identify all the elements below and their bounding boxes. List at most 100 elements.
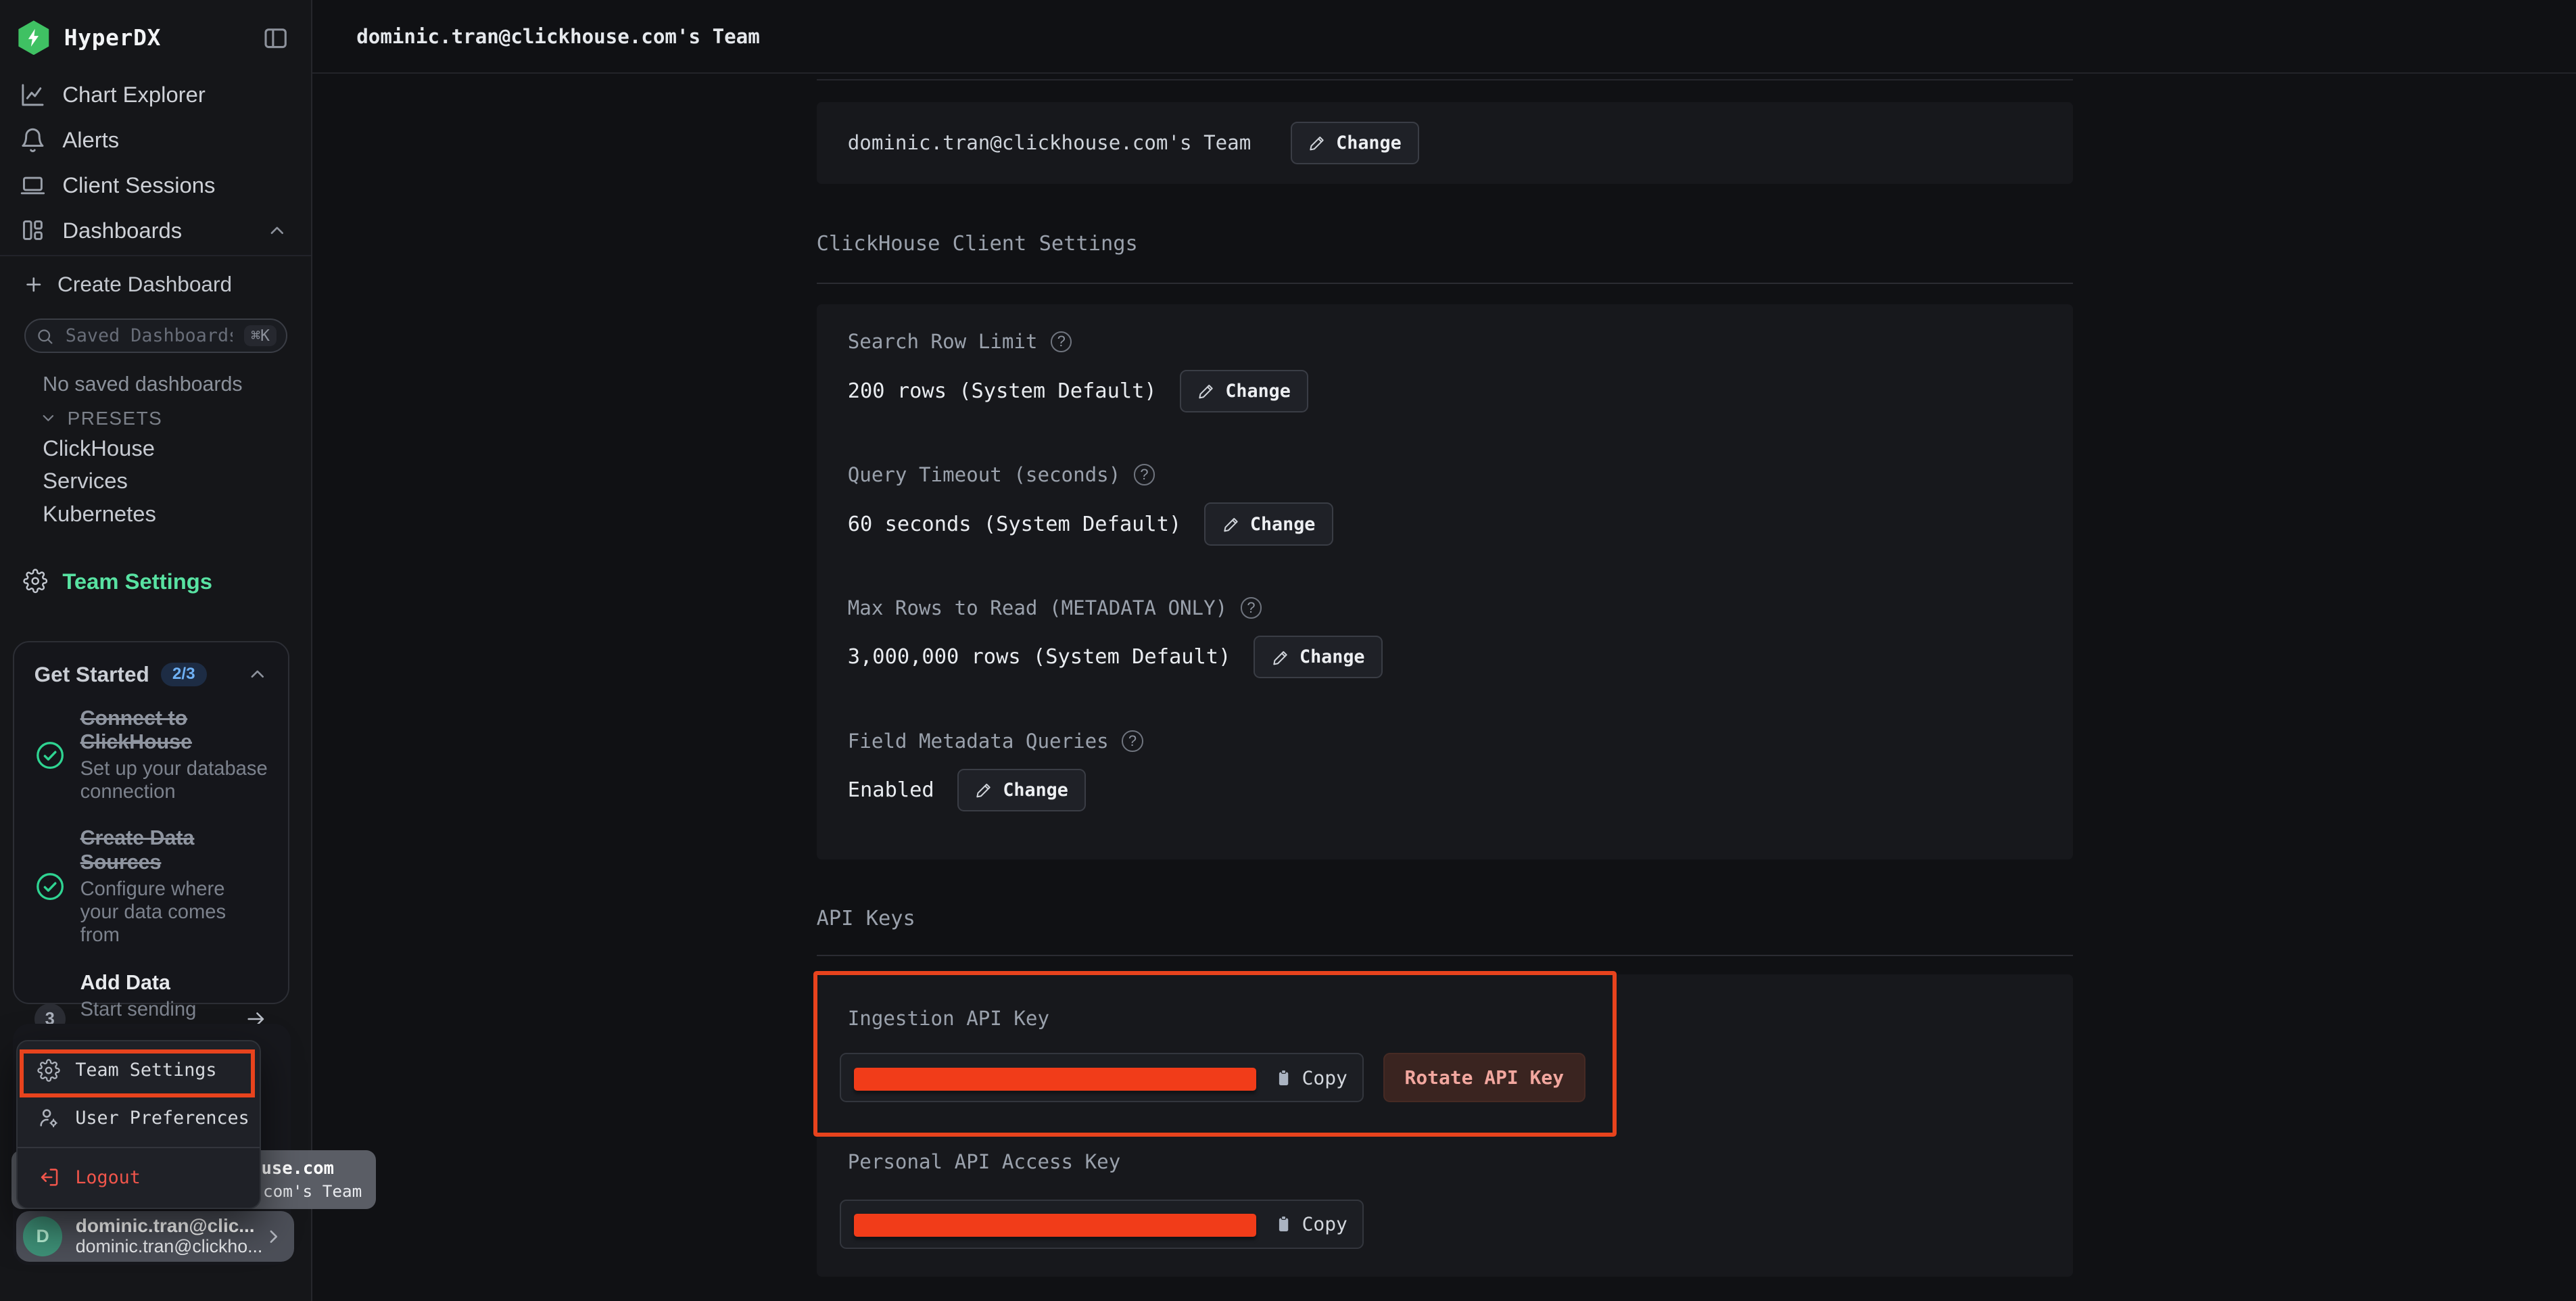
gear-icon (37, 1059, 60, 1082)
presets-toggle[interactable]: PRESETS (39, 408, 162, 429)
team-name-value: dominic.tran@clickhouse.com's Team (848, 131, 1251, 154)
rotate-api-key-button[interactable]: Rotate API Key (1383, 1053, 1585, 1102)
section-heading-api-keys: API Keys (817, 907, 915, 930)
sidebar-item-team-settings[interactable]: Team Settings (23, 569, 212, 594)
change-max-rows-button[interactable]: Change (1254, 636, 1382, 678)
ingestion-key-label: Ingestion API Key (848, 1007, 1049, 1030)
scrolled-section-divider (817, 79, 2074, 80)
section-divider (817, 955, 2074, 956)
setting-label: Query Timeout (seconds) (848, 463, 1121, 486)
chevron-up-icon[interactable] (266, 220, 288, 241)
sidebar-item-chart-explorer[interactable]: Chart Explorer (0, 72, 311, 118)
help-icon[interactable]: ? (1241, 597, 1262, 619)
search-icon (36, 327, 54, 346)
sidebar-item-dashboards[interactable]: Dashboards (0, 208, 311, 253)
change-team-name-button[interactable]: Change (1291, 122, 1419, 164)
nav-label: Dashboards (62, 218, 182, 243)
sidebar-item-client-sessions[interactable]: Client Sessions (0, 163, 311, 208)
ingestion-key-field: Copy (840, 1053, 1364, 1102)
preset-clickhouse[interactable]: ClickHouse (43, 435, 155, 461)
nav-label: Alerts (62, 127, 119, 153)
menu-item-user-preferences[interactable]: User Preferences (18, 1094, 260, 1141)
chevron-down-icon (39, 409, 57, 427)
step-title: Add Data (80, 971, 235, 995)
check-circle-icon (34, 740, 66, 771)
page-title: dominic.tran@clickhouse.com's Team (356, 25, 760, 48)
get-started-title: Get Started (34, 662, 149, 687)
hyperdx-app: HyperDX Chart Explorer Alerts Client Ses… (0, 0, 2576, 1301)
pencil-icon (1308, 134, 1327, 152)
setting-value: 3,000,000 rows (System Default) (848, 645, 1231, 669)
step-title: Connect to ClickHouse (80, 707, 268, 754)
progress-badge: 2/3 (161, 663, 207, 686)
saved-dashboards-search[interactable]: ⌘K (24, 318, 287, 353)
preset-kubernetes[interactable]: Kubernetes (43, 501, 156, 527)
setting-row: Search Row Limit? 200 rows (System Defau… (848, 330, 1308, 412)
menu-item-label: Logout (75, 1167, 141, 1188)
menu-item-label: Team Settings (75, 1060, 216, 1081)
laptop-icon (20, 172, 46, 199)
chevron-up-icon[interactable] (247, 663, 268, 685)
user-account-button[interactable]: D dominic.tran@clic... dominic.tran@clic… (16, 1211, 294, 1262)
create-dashboard-label: Create Dashboard (57, 272, 232, 297)
button-label: Change (1003, 780, 1068, 801)
setting-value: 60 seconds (System Default) (848, 513, 1182, 536)
change-query-timeout-button[interactable]: Change (1204, 502, 1333, 545)
no-saved-dashboards-text: No saved dashboards (43, 373, 242, 396)
search-input[interactable] (62, 324, 236, 348)
page-header: dominic.tran@clickhouse.com's Team (312, 0, 2576, 74)
personal-key-label: Personal API Access Key (848, 1150, 1121, 1173)
main-content: dominic.tran@clickhouse.com's Team Chang… (312, 74, 2576, 1301)
avatar: D (23, 1216, 62, 1256)
hyperdx-logo-icon (16, 20, 51, 55)
copy-ingestion-key-button[interactable]: Copy (1274, 1066, 1347, 1089)
chart-icon (20, 82, 46, 108)
clipboard-icon (1274, 1068, 1293, 1087)
user-email: dominic.tran@clickho... (76, 1236, 263, 1258)
sidebar: HyperDX Chart Explorer Alerts Client Ses… (0, 0, 312, 1301)
pencil-icon (1197, 382, 1216, 400)
menu-divider (18, 1147, 260, 1148)
help-icon[interactable]: ? (1051, 331, 1072, 353)
collapse-sidebar-icon[interactable] (262, 24, 289, 52)
personal-key-field: Copy (840, 1200, 1364, 1249)
change-field-metadata-button[interactable]: Change (957, 769, 1086, 811)
step-desc: Set up your database connection (80, 757, 268, 803)
setting-row: Query Timeout (seconds)? 60 seconds (Sys… (848, 463, 1333, 545)
clipboard-icon (1274, 1214, 1293, 1234)
copy-personal-key-button[interactable]: Copy (1274, 1213, 1347, 1235)
nav-label: Client Sessions (62, 172, 215, 198)
redacted-key-bar (854, 1214, 1256, 1237)
help-icon[interactable]: ? (1122, 730, 1143, 752)
presets-label: PRESETS (68, 408, 163, 429)
section-divider (817, 283, 2074, 284)
button-label: Change (1336, 133, 1402, 153)
check-circle-icon (34, 871, 66, 902)
copy-label: Copy (1302, 1066, 1347, 1089)
client-settings-panel: Search Row Limit? 200 rows (System Defau… (817, 304, 2074, 859)
menu-item-logout[interactable]: Logout (18, 1151, 260, 1204)
nav-label: Chart Explorer (62, 82, 205, 108)
create-dashboard-button[interactable]: Create Dashboard (23, 268, 232, 301)
setting-row: Field Metadata Queries? Enabled Change (848, 730, 1143, 811)
pencil-icon (1222, 515, 1241, 534)
get-started-step-connect[interactable]: Connect to ClickHouse Set up your databa… (34, 707, 268, 803)
pencil-icon (1272, 648, 1290, 667)
menu-item-team-settings[interactable]: Team Settings (18, 1046, 260, 1093)
pencil-icon (975, 781, 993, 799)
help-icon[interactable]: ? (1134, 464, 1155, 486)
change-search-row-limit-button[interactable]: Change (1180, 370, 1308, 412)
brand-name: HyperDX (64, 25, 161, 51)
setting-label: Field Metadata Queries (848, 730, 1109, 753)
setting-value: 200 rows (System Default) (848, 379, 1157, 403)
brand: HyperDX (16, 18, 161, 57)
redacted-key-bar (854, 1068, 1256, 1091)
preset-services[interactable]: Services (43, 468, 128, 494)
setting-label: Search Row Limit (848, 330, 1038, 353)
user-gear-icon (37, 1106, 60, 1129)
api-keys-panel: Ingestion API Key Copy Rotate API Key Pe… (817, 974, 2074, 1277)
copy-label: Copy (1302, 1213, 1347, 1235)
sidebar-item-alerts[interactable]: Alerts (0, 118, 311, 163)
get-started-step-sources[interactable]: Create Data Sources Configure where your… (34, 826, 268, 946)
sidebar-divider (0, 255, 311, 256)
